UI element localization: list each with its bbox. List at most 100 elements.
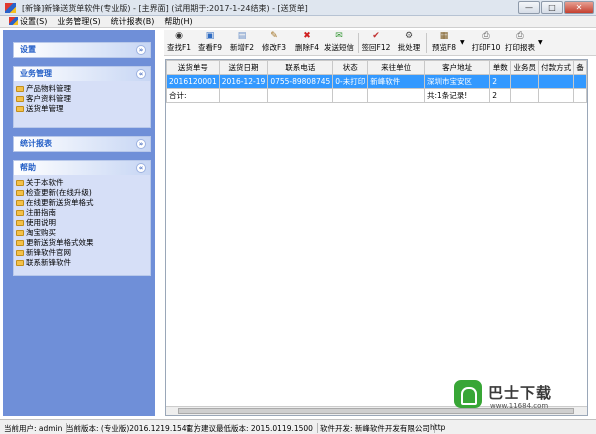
- sidebar-item-website[interactable]: 新锋软件官网: [16, 248, 150, 258]
- cell-address[interactable]: 深圳市宝安区: [423, 74, 491, 89]
- sidebar-item-about[interactable]: 关于本软件: [16, 178, 150, 188]
- preview-icon: ▦: [439, 31, 449, 41]
- folder-icon: [16, 190, 24, 196]
- folder-icon: [16, 200, 24, 206]
- delete-button[interactable]: ✖ 删除F4: [292, 32, 322, 54]
- preview-button[interactable]: ▦ 预览F8: [430, 32, 458, 54]
- folder-icon: [16, 230, 24, 236]
- chevron-down-icon[interactable]: »: [136, 45, 146, 55]
- chevron-up-icon[interactable]: «: [136, 69, 146, 79]
- col-header-note[interactable]: 备: [573, 60, 587, 75]
- cell-note[interactable]: [573, 74, 587, 89]
- business-pane-header[interactable]: 业务管理 «: [14, 67, 150, 81]
- report-dropdown-icon[interactable]: ▼: [538, 39, 543, 46]
- sms-icon: ✉: [335, 31, 343, 41]
- app-logo-icon: [9, 17, 18, 25]
- status-bar: 当前用户: admin 当前版本: (专业版)2016.1219.1541 官方…: [0, 419, 596, 434]
- add-button[interactable]: ▤ 新增F2: [228, 32, 256, 54]
- settings-pane-header[interactable]: 设置 »: [14, 43, 150, 57]
- window-title: [新锋]新锋送货单软件(专业版) - [主界面] (试用期于:2017-1-24…: [22, 4, 308, 13]
- col-header-salesperson[interactable]: 业务员: [510, 60, 540, 75]
- total-row: 合计: 共:1条记录! 2: [166, 88, 587, 103]
- folder-icon: [16, 106, 24, 112]
- business-pane: 业务管理 « 产品物料管理 客户资料管理 送货单管理: [13, 66, 151, 128]
- cell-phone[interactable]: 0755-89808745: [267, 74, 334, 89]
- folder-icon: [16, 86, 24, 92]
- sidebar-item-format-effect[interactable]: 更新送货单格式效果: [16, 238, 150, 248]
- close-button[interactable]: ✕: [564, 1, 594, 14]
- total-sum: 2: [489, 88, 512, 103]
- watermark-logo-icon: [454, 380, 482, 408]
- batch-process-button[interactable]: ⚙ 批处理: [396, 32, 422, 54]
- pencil-icon: ✎: [270, 31, 278, 41]
- cell-count[interactable]: 2: [489, 74, 512, 89]
- sidebar-item-check-update[interactable]: 检查更新(在线升级): [16, 188, 150, 198]
- watermark-brand: 巴士下载: [488, 384, 553, 402]
- cell-company[interactable]: 新峰软件: [367, 74, 425, 89]
- col-header-company[interactable]: 来往单位: [367, 60, 425, 75]
- reports-pane: 统计报表 »: [13, 136, 151, 152]
- cell-date[interactable]: 2016-12-19: [218, 74, 269, 89]
- menu-help[interactable]: 帮助(H): [159, 16, 197, 27]
- title-bar: [新锋]新锋送货单软件(专业版) - [主界面] (试用期于:2017-1-24…: [0, 0, 596, 16]
- report-printer-icon: ⎙: [516, 31, 524, 41]
- send-sms-button[interactable]: ✉ 发送短信: [324, 32, 354, 54]
- check-icon: ✔: [372, 31, 380, 41]
- folder-icon: [16, 96, 24, 102]
- chevron-up-icon[interactable]: «: [136, 163, 146, 173]
- status-latest: 官方建议最低版本: 2015.0119.1500: [186, 423, 318, 433]
- col-header-address[interactable]: 客户地址: [423, 60, 491, 75]
- col-header-payment[interactable]: 付款方式: [538, 60, 575, 75]
- total-label: 合计:: [166, 88, 220, 103]
- help-pane: 帮助 « 关于本软件 检查更新(在线升级) 在线更新送货单格式 注册指南 使用说…: [13, 160, 151, 276]
- preview-dropdown-icon[interactable]: ▼: [460, 39, 465, 46]
- minimize-button[interactable]: —: [518, 1, 540, 14]
- menu-reports[interactable]: 统计报表(B): [106, 16, 160, 27]
- chevron-down-icon[interactable]: »: [136, 139, 146, 149]
- watermark: 巴士下载 www.11684.com: [444, 378, 594, 416]
- print-button[interactable]: ⎙ 打印F10: [470, 32, 502, 54]
- print-report-button[interactable]: ⎙ 打印报表: [504, 32, 536, 54]
- sidebar-item-contact[interactable]: 联系新锋软件: [16, 258, 150, 268]
- sidebar-item-register[interactable]: 注册指南: [16, 208, 150, 218]
- toolbar: ◉ 查找F1 ▣ 查看F9 ▤ 新增F2 ✎ 修改F3 ✖ 删除F4 ✉ 发送短信 ✔ 签回F…: [164, 30, 596, 56]
- edit-button[interactable]: ✎ 修改F3: [260, 32, 288, 54]
- reports-pane-header[interactable]: 统计报表 »: [14, 137, 150, 151]
- menu-business[interactable]: 业务管理(S): [52, 16, 105, 27]
- col-header-status[interactable]: 状态: [332, 60, 369, 75]
- sign-back-button[interactable]: ✔ 签回F12: [360, 32, 392, 54]
- view-icon: ▣: [205, 31, 215, 41]
- view-button[interactable]: ▣ 查看F9: [196, 32, 224, 54]
- status-user: 当前用户: admin: [4, 423, 68, 433]
- cell-payment[interactable]: [538, 74, 575, 89]
- batch-icon: ⚙: [404, 31, 414, 41]
- folder-icon: [16, 220, 24, 226]
- col-header-date[interactable]: 送货日期: [218, 60, 269, 75]
- col-header-count[interactable]: 单数: [489, 60, 512, 75]
- col-header-phone[interactable]: 联系电话: [267, 60, 334, 75]
- status-version: 当前版本: (专业版)2016.1219.1541: [66, 423, 197, 433]
- status-http: http: [430, 423, 446, 432]
- sidebar-item-taobao[interactable]: 淘宝购买: [16, 228, 150, 238]
- cell-salesperson[interactable]: [510, 74, 540, 89]
- cell-order-no[interactable]: 2016120001: [166, 74, 220, 89]
- total-count: 共:1条记录!: [423, 88, 491, 103]
- grid-header-row: 送货单号 送货日期 联系电话 状态 来往单位 客户地址 单数 业务员 付款方式 …: [166, 60, 587, 75]
- sidebar-item-customers[interactable]: 客户资料管理: [16, 94, 150, 104]
- delivery-grid: 送货单号 送货日期 联系电话 状态 来往单位 客户地址 单数 业务员 付款方式 …: [165, 59, 588, 416]
- find-button[interactable]: ◉ 查找F1: [166, 32, 192, 54]
- table-row[interactable]: 2016120001 2016-12-19 0755-89808745 0-未打…: [166, 74, 587, 89]
- help-pane-header[interactable]: 帮助 «: [14, 161, 150, 175]
- binoculars-icon: ◉: [175, 31, 183, 41]
- sidebar-item-products[interactable]: 产品物料管理: [16, 84, 150, 94]
- col-header-order-no[interactable]: 送货单号: [166, 60, 220, 75]
- app-icon: [5, 3, 16, 13]
- folder-icon: [16, 260, 24, 266]
- cell-status[interactable]: 0-未打印: [332, 74, 369, 89]
- sidebar-item-delivery[interactable]: 送货单管理: [16, 104, 150, 114]
- menu-settings[interactable]: 设置(S): [4, 16, 52, 27]
- folder-icon: [16, 240, 24, 246]
- sidebar-item-update-format[interactable]: 在线更新送货单格式: [16, 198, 150, 208]
- maximize-button[interactable]: □: [541, 1, 563, 14]
- sidebar-item-manual[interactable]: 使用说明: [16, 218, 150, 228]
